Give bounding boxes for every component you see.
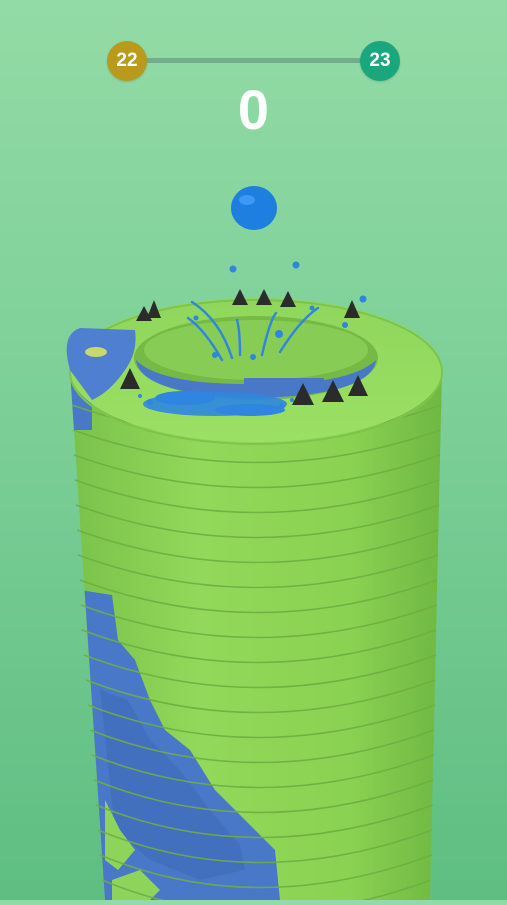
hud: 22 23 0 [0,0,507,160]
current-level-badge: 22 [107,41,147,81]
level-progress-bar [140,58,368,63]
spike-icon [256,289,272,305]
spike-icon [232,289,248,305]
next-level-badge: 23 [360,41,400,81]
ball-icon [231,186,277,230]
score-counter: 0 [237,78,270,141]
